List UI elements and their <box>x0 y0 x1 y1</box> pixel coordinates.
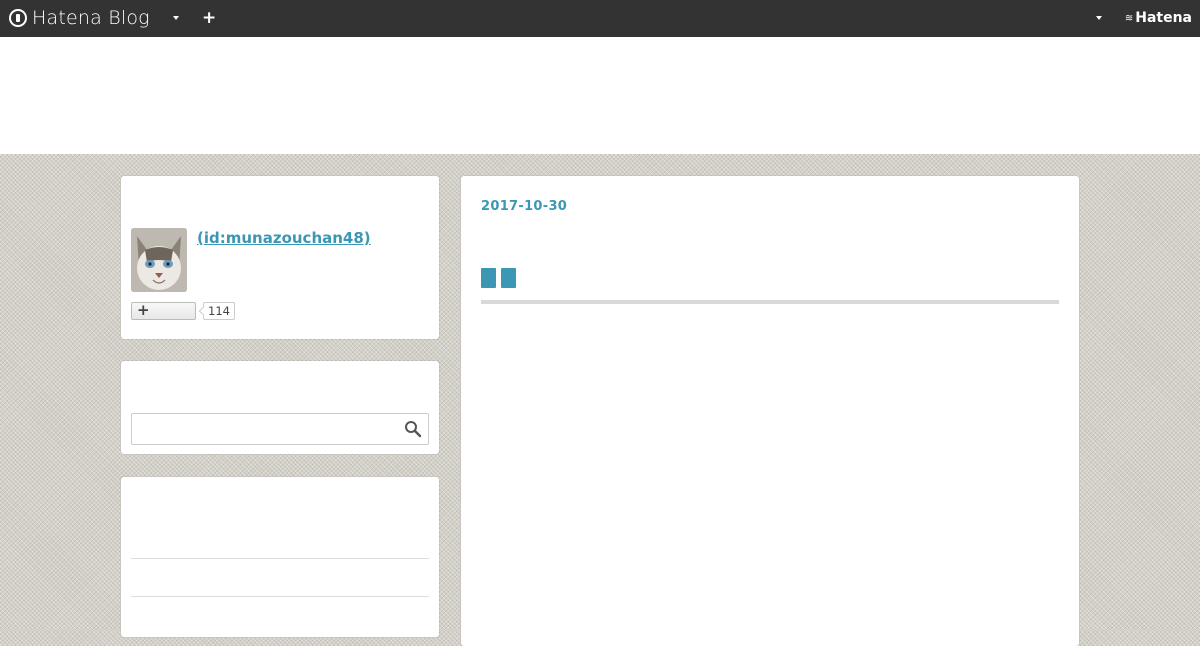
hatena-mark-icon: ≋ <box>1124 12 1133 24</box>
entry-title-underline <box>481 300 1059 304</box>
subscriber-count: 114 <box>203 302 235 320</box>
main-entry: 2017-10-30 <box>461 176 1079 646</box>
profile-module: (id:munazouchan48) + 114 <box>121 176 439 339</box>
profile-id-link[interactable]: (id:munazouchan48) <box>197 229 371 247</box>
title-glyph <box>481 268 496 288</box>
search-input[interactable] <box>131 413 429 445</box>
plus-icon: + <box>137 301 150 319</box>
blog-header <box>0 37 1200 154</box>
blog-menu-chevron-down-icon[interactable] <box>173 16 179 20</box>
avatar-cat-image <box>131 228 187 292</box>
global-header: Hatena Blog + ≋ Hatena <box>0 0 1200 37</box>
hatena-blog-logo-icon <box>9 9 27 27</box>
search-icon[interactable] <box>404 420 422 438</box>
search-module <box>121 361 439 454</box>
entry-date-link[interactable]: 2017-10-30 <box>481 199 567 214</box>
hatena-blog-logo[interactable]: Hatena Blog <box>9 6 150 30</box>
recent-entries-module <box>121 477 439 637</box>
user-menu-chevron-down-icon[interactable] <box>1096 16 1102 20</box>
hatena-logo-text: Hatena <box>1135 10 1192 26</box>
list-divider <box>131 558 429 559</box>
hatena-logo[interactable]: ≋ Hatena <box>1125 10 1192 26</box>
entry-title-link[interactable] <box>481 268 516 288</box>
title-glyph <box>501 268 516 288</box>
avatar[interactable] <box>131 228 187 292</box>
brand-text: Hatena Blog <box>32 7 150 29</box>
list-divider <box>131 596 429 597</box>
subscribe-button[interactable]: + <box>131 301 196 320</box>
add-entry-plus-icon[interactable]: + <box>202 8 216 28</box>
